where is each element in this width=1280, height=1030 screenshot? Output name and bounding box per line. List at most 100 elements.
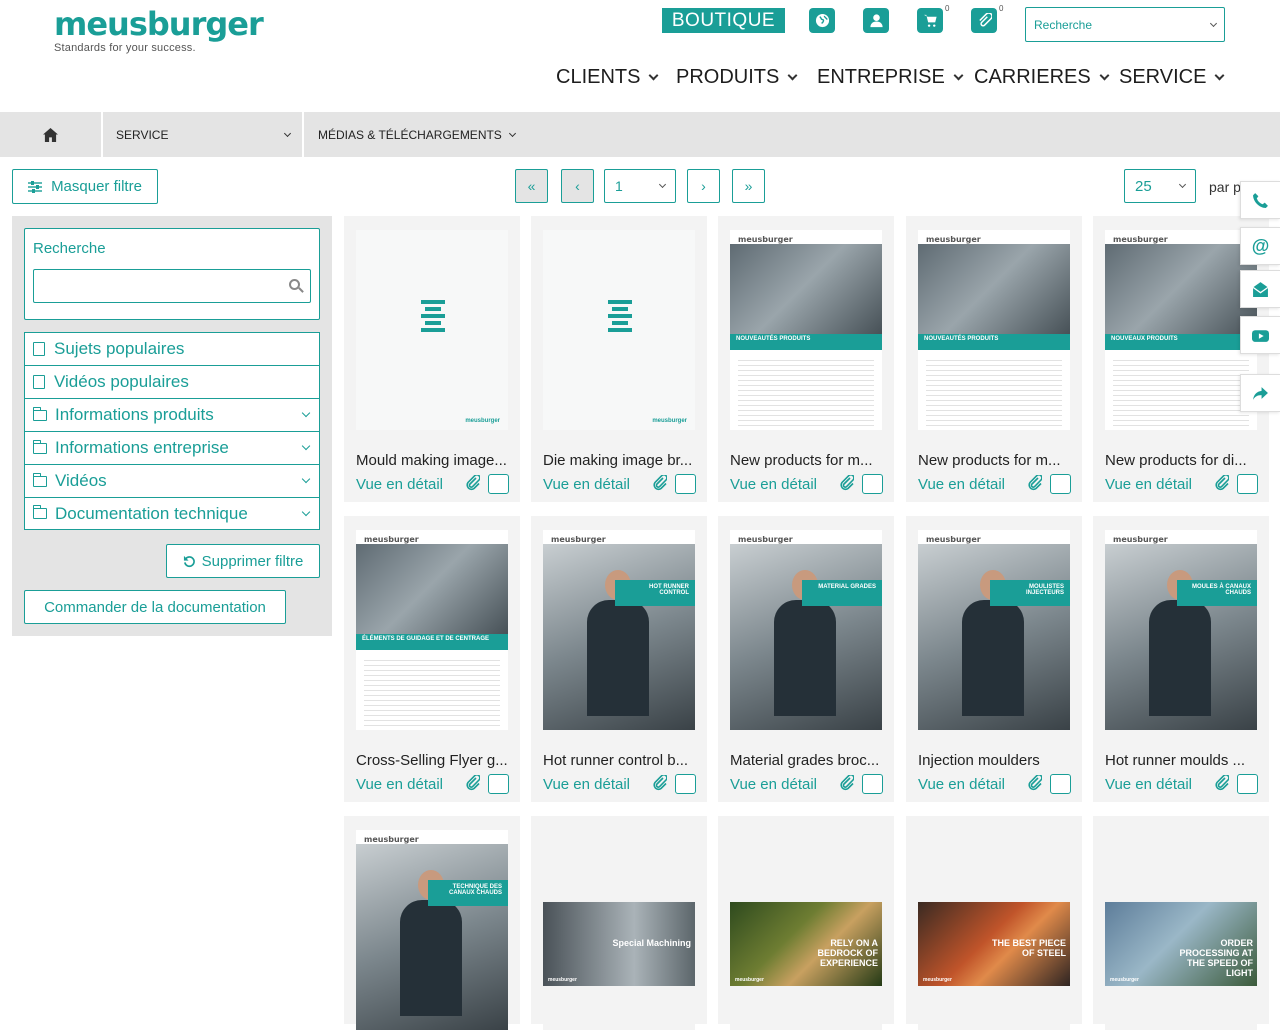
select-checkbox[interactable]	[862, 474, 883, 494]
media-card[interactable]: meusburger HOT RUNNER CONTROL Hot runner c…	[531, 516, 707, 802]
per-page-select[interactable]: 25	[1124, 169, 1196, 203]
cart-icon[interactable]	[917, 8, 943, 33]
view-detail-link[interactable]: Vue en détail	[918, 776, 1005, 793]
watchlist-clip-icon[interactable]	[971, 8, 997, 33]
paperclip-icon[interactable]	[1215, 474, 1230, 491]
media-thumbnail[interactable]: meusburger MOULES À CANAUX CHAUDS	[1105, 530, 1257, 730]
filter-popular-videos[interactable]: Vidéos populaires	[24, 365, 320, 398]
media-thumbnail[interactable]: THE BEST PIECE OF STEEL meusburger	[918, 830, 1070, 1030]
chevron-down-icon	[658, 180, 667, 189]
clear-filter-button[interactable]: Supprimer filtre	[166, 544, 320, 578]
select-checkbox[interactable]	[1050, 774, 1071, 794]
header-search-select[interactable]: Recherche	[1025, 7, 1225, 42]
select-checkbox[interactable]	[488, 474, 509, 494]
media-thumbnail[interactable]: meusburger TECHNIQUE DES CANAUX CHAUDS	[356, 830, 508, 1030]
media-card[interactable]: ORDER PROCESSING AT THE SPEED OF LIGHT me…	[1093, 816, 1269, 1030]
media-card[interactable]: meusburger NOUVEAUTÉS PRODUITS New product…	[906, 216, 1082, 502]
nav-produits[interactable]: PRODUITS	[676, 66, 798, 89]
media-thumbnail[interactable]: ORDER PROCESSING AT THE SPEED OF LIGHT me…	[1105, 830, 1257, 1030]
paperclip-icon[interactable]	[840, 474, 855, 491]
user-icon[interactable]	[863, 8, 889, 33]
breadcrumb-media[interactable]: MÉDIAS & TÉLÉCHARGEMENTS	[306, 112, 527, 157]
media-card[interactable]: meusburger MATERIAL GRADES Material grades…	[718, 516, 894, 802]
view-detail-link[interactable]: Vue en détail	[543, 776, 630, 793]
filter-popular-topics[interactable]: Sujets populaires	[24, 332, 320, 365]
media-thumbnail[interactable]: Special Machining meusburger	[543, 830, 695, 1030]
share-button[interactable]	[1240, 374, 1280, 412]
thumb-ribbon: MATERIAL GRADES	[802, 580, 882, 606]
paperclip-icon[interactable]	[466, 774, 481, 791]
media-thumbnail[interactable]: meusburger MATERIAL GRADES	[730, 530, 882, 730]
paperclip-icon[interactable]	[1215, 774, 1230, 791]
site-logo[interactable]: meusburger Standards for your success.	[54, 6, 264, 54]
paperclip-icon[interactable]	[653, 774, 668, 791]
boutique-button[interactable]: BOUTIQUE	[662, 8, 785, 33]
select-checkbox[interactable]	[1237, 774, 1258, 794]
media-card[interactable]: RELY ON A BEDROCK OF EXPERIENCE meusburge…	[718, 816, 894, 1030]
next-page-button[interactable]: ›	[687, 169, 720, 203]
nav-clients[interactable]: CLIENTS	[556, 66, 659, 89]
email-contact-button[interactable]: @	[1240, 227, 1280, 265]
select-checkbox[interactable]	[1050, 474, 1071, 494]
view-detail-link[interactable]: Vue en détail	[1105, 476, 1192, 493]
media-thumbnail[interactable]: meusburger	[543, 230, 695, 430]
view-detail-link[interactable]: Vue en détail	[543, 476, 630, 493]
at-sign-icon: @	[1251, 235, 1270, 256]
media-thumbnail[interactable]: meusburger NOUVEAUTÉS PRODUITS	[918, 230, 1070, 430]
view-detail-link[interactable]: Vue en détail	[356, 776, 443, 793]
globe-icon[interactable]	[809, 8, 835, 33]
media-card[interactable]: meusburger Die making image br... Vue en d…	[531, 216, 707, 502]
prev-page-button[interactable]: ‹	[561, 169, 594, 203]
view-detail-link[interactable]: Vue en détail	[356, 476, 443, 493]
media-thumbnail[interactable]: meusburger ÉLÉMENTS DE GUIDAGE ET DE CENT…	[356, 530, 508, 730]
select-checkbox[interactable]	[862, 774, 883, 794]
paperclip-icon[interactable]	[840, 774, 855, 791]
filter-search-input[interactable]	[33, 269, 311, 303]
filter-technical-docs[interactable]: Documentation technique	[24, 497, 320, 530]
media-card[interactable]: meusburger MOULES À CANAUX CHAUDS Hot runn…	[1093, 516, 1269, 802]
nav-carrieres[interactable]: CARRIERES	[974, 66, 1110, 89]
view-detail-link[interactable]: Vue en détail	[730, 776, 817, 793]
media-card[interactable]: Special Machining meusburger	[531, 816, 707, 1030]
media-thumbnail[interactable]: meusburger NOUVEAUTÉS PRODUITS	[730, 230, 882, 430]
breadcrumb-service[interactable]: SERVICE	[104, 112, 304, 157]
view-detail-link[interactable]: Vue en détail	[730, 476, 817, 493]
view-detail-link[interactable]: Vue en détail	[1105, 776, 1192, 793]
filter-company-info[interactable]: Informations entreprise	[24, 431, 320, 464]
media-card[interactable]: meusburger TECHNIQUE DES CANAUX CHAUDS	[344, 816, 520, 1030]
media-thumbnail[interactable]: meusburger HOT RUNNER CONTROL	[543, 530, 695, 730]
page-select[interactable]: 1	[604, 169, 676, 203]
paperclip-icon[interactable]	[653, 474, 668, 491]
search-icon[interactable]	[289, 279, 300, 290]
paperclip-icon[interactable]	[1028, 474, 1043, 491]
filter-product-info[interactable]: Informations produits	[24, 398, 320, 431]
phone-contact-button[interactable]	[1240, 181, 1280, 219]
last-page-button[interactable]: »	[732, 169, 765, 203]
select-checkbox[interactable]	[675, 474, 696, 494]
nav-service[interactable]: SERVICE	[1119, 66, 1225, 89]
media-card[interactable]: meusburger Mould making image... Vue en dé…	[344, 216, 520, 502]
media-card[interactable]: meusburger NOUVEAUTÉS PRODUITS New product…	[718, 216, 894, 502]
newsletter-button[interactable]	[1240, 270, 1280, 308]
breadcrumb-home[interactable]	[0, 112, 103, 157]
first-page-button[interactable]: «	[515, 169, 548, 203]
media-thumbnail[interactable]: meusburger NOUVEAUX PRODUITS	[1105, 230, 1257, 430]
hide-filter-button[interactable]: Masquer filtre	[12, 169, 158, 204]
nav-entreprise[interactable]: ENTREPRISE	[817, 66, 964, 89]
select-checkbox[interactable]	[488, 774, 509, 794]
youtube-button[interactable]	[1240, 316, 1280, 354]
media-thumbnail[interactable]: meusburger MOULISTES INJECTEURS	[918, 530, 1070, 730]
paperclip-icon[interactable]	[1028, 774, 1043, 791]
cart-count: 0	[945, 4, 950, 13]
media-thumbnail[interactable]: RELY ON A BEDROCK OF EXPERIENCE meusburge…	[730, 830, 882, 1030]
view-detail-link[interactable]: Vue en détail	[918, 476, 1005, 493]
media-card[interactable]: meusburger MOULISTES INJECTEURS Injection …	[906, 516, 1082, 802]
select-checkbox[interactable]	[1237, 474, 1258, 494]
media-card[interactable]: meusburger ÉLÉMENTS DE GUIDAGE ET DE CENT…	[344, 516, 520, 802]
filter-videos[interactable]: Vidéos	[24, 464, 320, 497]
order-documentation-button[interactable]: Commander de la documentation	[24, 590, 286, 624]
media-card[interactable]: THE BEST PIECE OF STEEL meusburger	[906, 816, 1082, 1030]
paperclip-icon[interactable]	[466, 474, 481, 491]
select-checkbox[interactable]	[675, 774, 696, 794]
media-thumbnail[interactable]: meusburger	[356, 230, 508, 430]
